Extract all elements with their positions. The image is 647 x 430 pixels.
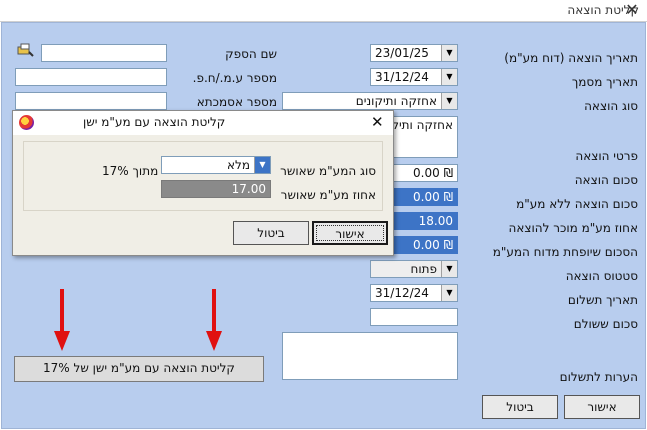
red-arrow-icon <box>54 289 70 351</box>
chevron-down-icon[interactable]: ▼ <box>441 261 457 277</box>
payment-notes-label: הערות לתשלום <box>559 370 638 384</box>
dialog-title: קליטת הוצאה עם מע"מ ישן <box>83 115 226 129</box>
vat-percent-label: אחוז מע"מ מוכר להוצאה <box>508 221 638 235</box>
lookup-icon[interactable] <box>16 43 34 57</box>
reference-number-input[interactable] <box>15 92 167 110</box>
approved-vat-percent-label: אחוז מע"מ שאושר <box>280 188 376 202</box>
chevron-down-icon[interactable]: ▼ <box>441 69 457 85</box>
old-vat-dialog: קליטת הוצאה עם מע"מ ישן ✕ סוג המע"מ שאוש… <box>12 110 394 256</box>
dialog-ok-button[interactable]: אישור <box>312 221 388 245</box>
expense-amount-label: סכום הוצאה <box>574 173 638 187</box>
dialog-title-bar: קליטת הוצאה עם מע"מ ישן ✕ <box>13 111 393 135</box>
status-label: סטטוס הוצאה <box>565 269 638 283</box>
supplier-name-label: שם הספק <box>225 47 277 61</box>
supplier-name-input[interactable] <box>41 44 167 62</box>
payment-notes-textarea[interactable] <box>282 332 458 380</box>
expense-date-label: תאריך הוצאה (דוח מע"מ) <box>504 51 638 65</box>
document-date-label: תאריך מסמך <box>571 75 638 89</box>
chevron-down-icon[interactable]: ▼ <box>441 285 457 301</box>
dialog-fields-group: סוג המע"מ שאושר מלא ▼ מתוך 17% אחוז מע"מ… <box>23 141 383 211</box>
vat-type-label: סוג המע"מ שאושר <box>280 164 376 178</box>
dialog-cancel-button[interactable]: ביטול <box>233 221 309 245</box>
vat-type-select[interactable]: מלא ▼ <box>161 156 271 174</box>
chevron-down-icon[interactable]: ▼ <box>441 93 457 109</box>
dealer-number-label: מספר ע.מ./ח.פ. <box>192 71 277 85</box>
cancel-button[interactable]: ביטול <box>482 395 558 419</box>
title-bar: קליטת הוצאה ✕ <box>0 0 647 22</box>
of-percent-label: מתוך 17% <box>102 164 159 178</box>
status-select[interactable]: פתוח ▼ <box>370 260 458 278</box>
ok-button[interactable]: אישור <box>564 395 640 419</box>
document-date-picker[interactable]: 31/12/24 ▼ <box>370 68 458 86</box>
vat-amount-label: הסכום שיופחת מדוח המע"מ <box>492 245 638 259</box>
chevron-down-icon[interactable]: ▼ <box>441 45 457 61</box>
expense-type-label: סוג הוצאה <box>584 99 638 113</box>
old-vat-expense-button[interactable]: קליטת הוצאה עם מע"מ ישן של 17% <box>14 356 264 382</box>
amount-without-vat-label: סכום הוצאה ללא מע"מ <box>516 197 638 211</box>
red-arrow-icon <box>206 289 222 351</box>
chevron-down-icon[interactable]: ▼ <box>254 157 270 173</box>
paid-amount-input[interactable] <box>370 308 458 326</box>
expense-details-label: פרטי הוצאה <box>575 149 638 163</box>
expense-window: קליטת הוצאה ✕ שם הספק מספר ע.מ./ח.פ. מספ… <box>0 0 647 430</box>
expense-date-picker[interactable]: 23/01/25 ▼ <box>370 44 458 62</box>
reference-number-label: מספר אסמכתא <box>196 95 277 109</box>
payment-date-label: תאריך תשלום <box>567 293 638 307</box>
expense-type-select[interactable]: אחזקה ותיקונים ▼ <box>282 92 458 110</box>
close-icon[interactable]: ✕ <box>371 113 384 131</box>
approved-vat-percent-input: 17.00 <box>161 180 271 198</box>
close-icon[interactable]: ✕ <box>620 0 644 20</box>
dealer-number-input[interactable] <box>15 68 167 86</box>
app-logo-icon <box>19 115 34 130</box>
paid-amount-label: סכום ששולם <box>573 317 638 331</box>
payment-date-picker[interactable]: 31/12/24 ▼ <box>370 284 458 302</box>
